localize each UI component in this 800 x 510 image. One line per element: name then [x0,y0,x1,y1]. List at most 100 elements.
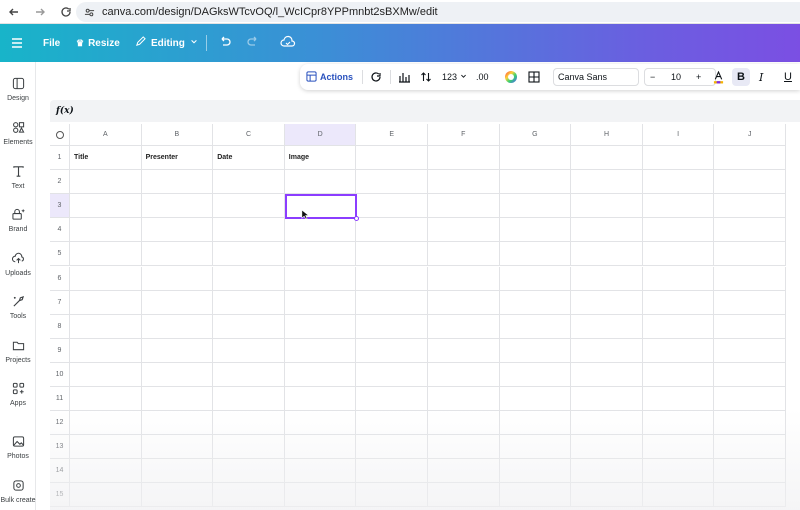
forward-icon[interactable] [32,4,48,20]
cell-d4[interactable] [284,218,357,243]
cell-c4[interactable] [213,218,285,243]
cell-c8[interactable] [213,314,285,339]
cell-a11[interactable] [70,387,142,412]
cell-h11[interactable] [571,387,643,412]
cell-d14[interactable] [284,459,357,484]
cell-a3[interactable] [70,194,142,219]
column-header-i[interactable]: I [642,124,715,146]
sidebar-item-bulk-create[interactable]: Bulk create [0,473,36,510]
cell-j7[interactable] [714,290,786,315]
underline-button[interactable]: U [784,64,792,90]
cell-g13[interactable] [499,435,572,460]
cell-i13[interactable] [642,435,715,460]
sidebar-item-brand[interactable]: Brand [0,202,36,242]
select-all-button[interactable] [50,124,70,146]
cell-g6[interactable] [499,266,572,291]
cell-i6[interactable] [642,266,715,291]
row-header-4[interactable]: 4 [50,218,70,243]
cell-j10[interactable] [714,362,786,387]
editing-mode-button[interactable]: Editing [135,30,198,56]
cell-g1[interactable] [499,146,572,171]
cell-b15[interactable] [141,483,214,508]
bold-button[interactable]: B [732,68,750,86]
cell-c9[interactable] [213,338,285,363]
cell-e9[interactable] [356,338,428,363]
text-color-button[interactable] [713,64,724,90]
cell-j4[interactable] [714,218,786,243]
undo-icon[interactable] [218,35,232,49]
cell-b6[interactable] [141,266,214,291]
cell-d5[interactable] [284,242,357,267]
cell-g9[interactable] [499,338,572,363]
cell-e14[interactable] [356,459,428,484]
cell-i11[interactable] [642,387,715,412]
cell-b10[interactable] [141,362,214,387]
address-bar[interactable]: canva.com/design/DAGksWTcvOQ/l_WcICpr8YP… [76,2,800,22]
formula-bar[interactable]: f(x) [50,100,800,122]
cell-j15[interactable] [714,483,786,508]
cell-h1[interactable] [571,146,643,171]
row-header-11[interactable]: 11 [50,387,70,412]
cell-h13[interactable] [571,435,643,460]
cell-j14[interactable] [714,459,786,484]
cell-i14[interactable] [642,459,715,484]
cell-b4[interactable] [141,218,214,243]
decimal-button[interactable]: .00 [476,64,489,90]
cell-j2[interactable] [714,170,786,195]
cell-e13[interactable] [356,435,428,460]
cell-d11[interactable] [284,387,357,412]
sidebar-item-photos[interactable]: Photos [0,429,36,469]
cell-d15[interactable] [284,483,357,508]
cell-a2[interactable] [70,170,142,195]
row-header-14[interactable]: 14 [50,459,70,484]
cell-f6[interactable] [428,266,500,291]
cell-h2[interactable] [571,170,643,195]
cell-f14[interactable] [428,459,500,484]
cell-e11[interactable] [356,387,428,412]
row-header-3[interactable]: 3 [50,194,70,219]
cell-g7[interactable] [499,290,572,315]
cell-f12[interactable] [428,411,500,436]
cell-e12[interactable] [356,411,428,436]
cell-h9[interactable] [571,338,643,363]
cell-c6[interactable] [213,266,285,291]
cell-a13[interactable] [70,435,142,460]
cell-b5[interactable] [141,242,214,267]
cell-a1[interactable]: Title [70,146,142,171]
column-header-c[interactable]: C [213,124,285,146]
cell-f11[interactable] [428,387,500,412]
cell-i15[interactable] [642,483,715,508]
reload-icon[interactable] [58,4,74,20]
chart-icon[interactable] [398,64,410,90]
sidebar-item-elements[interactable]: Elements [0,115,36,155]
decrease-font-button[interactable]: − [650,72,655,82]
cell-c13[interactable] [213,435,285,460]
cell-e5[interactable] [356,242,428,267]
cell-h15[interactable] [571,483,643,508]
cell-a6[interactable] [70,266,142,291]
cell-f1[interactable] [428,146,500,171]
cell-g12[interactable] [499,411,572,436]
column-header-b[interactable]: B [141,124,214,146]
column-header-a[interactable]: A [70,124,142,146]
cell-d10[interactable] [284,362,357,387]
cell-i7[interactable] [642,290,715,315]
cell-a7[interactable] [70,290,142,315]
back-icon[interactable] [6,4,22,20]
menu-icon[interactable] [10,36,24,50]
cell-e3[interactable] [356,194,428,219]
column-header-f[interactable]: F [428,124,500,146]
cell-h5[interactable] [571,242,643,267]
site-settings-icon[interactable] [80,3,98,21]
row-header-8[interactable]: 8 [50,314,70,339]
cell-d12[interactable] [284,411,357,436]
cell-h12[interactable] [571,411,643,436]
cell-i2[interactable] [642,170,715,195]
row-header-13[interactable]: 13 [50,435,70,460]
cell-e4[interactable] [356,218,428,243]
cell-g10[interactable] [499,362,572,387]
cell-e7[interactable] [356,290,428,315]
cloud-save-icon[interactable] [280,35,296,49]
cell-j9[interactable] [714,338,786,363]
row-header-10[interactable]: 10 [50,362,70,387]
